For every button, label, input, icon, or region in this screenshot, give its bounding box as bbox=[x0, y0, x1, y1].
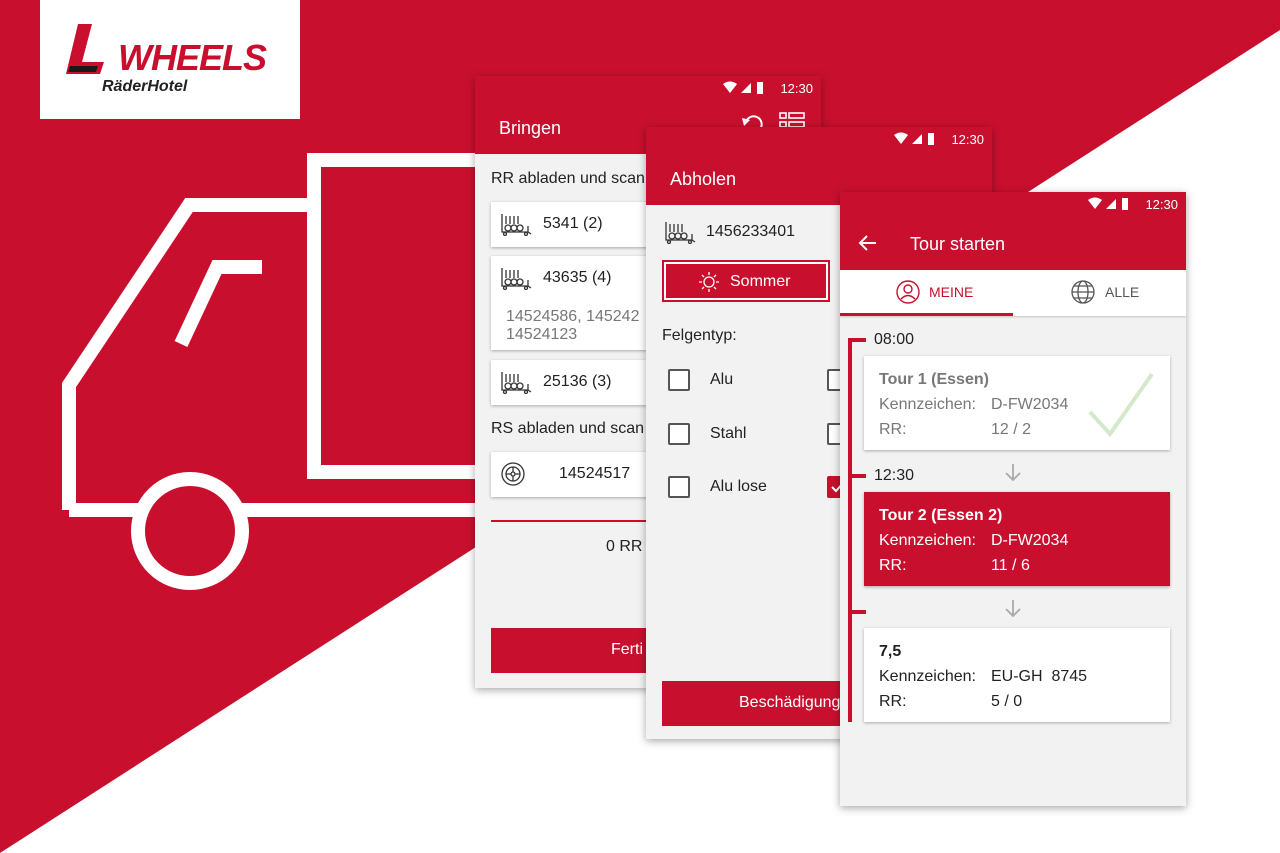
plate-label: Kennzeichen: bbox=[879, 532, 976, 549]
logo-wordmark: WHEELS bbox=[118, 37, 267, 78]
rs-heading: RS abladen und scan bbox=[491, 420, 644, 437]
option-label: Alu bbox=[710, 371, 734, 388]
rack-detail: 14524586, 145242 bbox=[506, 308, 640, 325]
rack-icon bbox=[665, 222, 696, 244]
arrow-down-icon bbox=[1005, 464, 1021, 481]
checkmark-icon bbox=[1088, 372, 1154, 438]
checkbox-stahl[interactable] bbox=[668, 423, 690, 445]
tab-all-label: ALLE bbox=[1105, 284, 1140, 300]
rack-icon bbox=[501, 214, 532, 236]
season-label: Sommer bbox=[730, 273, 791, 290]
rack-icon bbox=[501, 372, 532, 394]
status-bar: 12:30 bbox=[840, 192, 1186, 216]
time-label: 12:30 bbox=[874, 467, 915, 484]
tab-mine[interactable]: MEINE bbox=[840, 270, 1013, 316]
page-title: Abholen bbox=[670, 169, 737, 189]
timeline-line bbox=[848, 340, 852, 722]
status-bar: 12:30 bbox=[475, 76, 821, 100]
timeline-tick bbox=[848, 338, 866, 342]
checkbox-alu-lose[interactable] bbox=[668, 476, 690, 498]
option-label: Alu lose bbox=[710, 478, 767, 495]
tab-bar: MEINE ALLE bbox=[840, 270, 1186, 316]
status-time: 12:30 bbox=[951, 132, 984, 147]
rr-heading: RR abladen und scan bbox=[491, 170, 645, 187]
plate-value: EU-GH 8745 bbox=[991, 668, 1088, 685]
arrow-down-icon bbox=[1005, 600, 1021, 617]
status-time: 12:30 bbox=[780, 81, 813, 96]
plate-value: D-FW2034 bbox=[991, 396, 1069, 413]
rack-icon bbox=[501, 268, 532, 290]
tab-mine-label: MEINE bbox=[929, 284, 974, 300]
rr-value: 5 / 0 bbox=[991, 693, 1023, 710]
status-icons bbox=[723, 81, 763, 94]
plate-value: D-FW2034 bbox=[991, 532, 1069, 549]
tour-appbar: 12:30 Tour starten bbox=[840, 192, 1186, 270]
rr-label: RR: bbox=[879, 557, 907, 574]
rr-label: RR: bbox=[879, 693, 907, 710]
sun-icon bbox=[699, 272, 719, 292]
tour-title: Tour 1 (Essen) bbox=[879, 371, 989, 388]
logo-subline: RäderHotel bbox=[102, 78, 188, 95]
tour-card[interactable]: 7,5 Kennzeichen: EU-GH 8745 RR: 5 / 0 bbox=[864, 628, 1170, 722]
rack-label: 5341 (2) bbox=[543, 215, 603, 232]
status-icons bbox=[1088, 197, 1128, 210]
tour-card-active[interactable]: Tour 2 (Essen 2) Kennzeichen: D-FW2034 R… bbox=[864, 492, 1170, 586]
rack-number: 1456233401 bbox=[706, 223, 795, 240]
finish-label: Ferti bbox=[611, 641, 643, 658]
timeline-tick bbox=[848, 610, 866, 614]
rack-label: 43635 (4) bbox=[543, 269, 612, 286]
season-toggle-summer[interactable]: Sommer bbox=[662, 260, 830, 302]
rr-value: 11 / 6 bbox=[991, 557, 1030, 574]
tour-title: 7,5 bbox=[879, 643, 902, 660]
timeline-tick bbox=[848, 474, 866, 478]
screen-tour-starten: 12:30 Tour starten MEINE ALLE 08:00 12:3… bbox=[840, 192, 1186, 806]
rack-label: 25136 (3) bbox=[543, 373, 612, 390]
rack-detail: 14524123 bbox=[506, 326, 578, 343]
logo-mark-icon bbox=[66, 24, 104, 74]
status-time: 12:30 bbox=[1145, 197, 1178, 212]
plate-label: Kennzeichen: bbox=[879, 668, 976, 685]
rim-label: 14524517 bbox=[559, 465, 631, 482]
user-icon bbox=[896, 280, 920, 304]
logo: WHEELS RäderHotel bbox=[40, 0, 300, 119]
plate-label: Kennzeichen: bbox=[879, 396, 976, 413]
page-title: Tour starten bbox=[910, 234, 1006, 254]
rim-type-label: Felgentyp: bbox=[662, 327, 737, 344]
rr-label: RR: bbox=[879, 421, 907, 438]
rim-icon bbox=[501, 462, 525, 486]
globe-icon bbox=[1071, 280, 1095, 304]
page-title: Bringen bbox=[499, 118, 562, 138]
status-bar: 12:30 bbox=[646, 127, 992, 151]
time-label: 08:00 bbox=[874, 331, 915, 348]
back-arrow-icon[interactable] bbox=[858, 234, 878, 252]
tour-card-done[interactable]: Tour 1 (Essen) Kennzeichen: D-FW2034 RR:… bbox=[864, 356, 1170, 450]
rr-value: 12 / 2 bbox=[991, 421, 1032, 438]
checkbox-alu[interactable] bbox=[668, 369, 690, 391]
tab-all[interactable]: ALLE bbox=[1013, 270, 1186, 316]
option-label: Stahl bbox=[710, 425, 747, 442]
damage-label: Beschädigung bbox=[739, 694, 841, 711]
status-icons bbox=[894, 132, 934, 145]
tour-title: Tour 2 (Essen 2) bbox=[879, 507, 1003, 524]
